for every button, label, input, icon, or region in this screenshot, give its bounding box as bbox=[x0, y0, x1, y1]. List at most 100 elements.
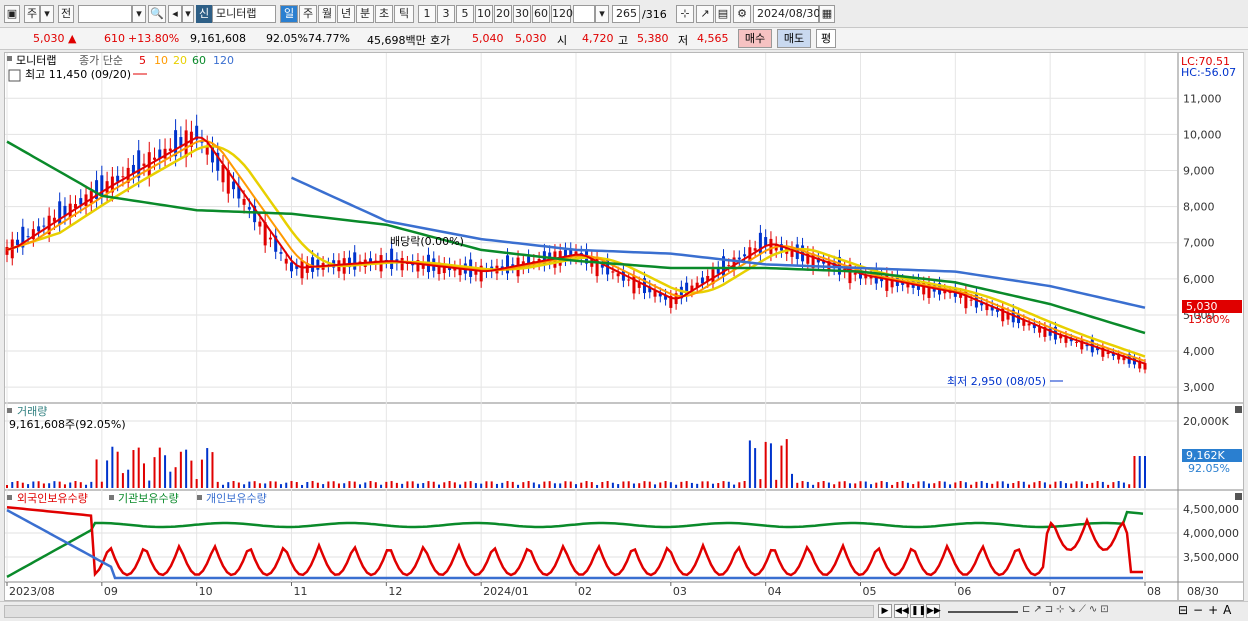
type-selector[interactable]: 주 bbox=[24, 5, 40, 23]
volume-bar bbox=[1117, 481, 1120, 488]
interval-120[interactable]: 120 bbox=[551, 5, 573, 23]
holding-marker-icon bbox=[7, 495, 12, 500]
volume-bar bbox=[332, 481, 335, 488]
layout-icon[interactable]: ▣ bbox=[4, 5, 20, 23]
play-icon[interactable]: ▶ bbox=[878, 604, 892, 618]
volume-bar bbox=[395, 482, 398, 488]
volume-y-tick: 20,000K bbox=[1183, 415, 1229, 428]
period-tick[interactable]: 틱 bbox=[394, 5, 414, 23]
holding-y-tick: 4,000,000 bbox=[1183, 527, 1239, 540]
speaker-dropdown-icon[interactable]: ▾ bbox=[182, 5, 194, 23]
interval-3[interactable]: 3 bbox=[437, 5, 455, 23]
calendar-icon[interactable]: ▦ bbox=[819, 5, 835, 23]
volume-bar bbox=[95, 459, 98, 488]
candle-body bbox=[279, 252, 283, 254]
volume-close-icon[interactable] bbox=[1235, 406, 1242, 413]
interval-10[interactable]: 10 bbox=[475, 5, 493, 23]
volume-bar bbox=[258, 483, 261, 488]
chart-area[interactable]: 11,000 10,000 9,000 8,000 7,000 6,000 5,000 4,0… bbox=[4, 52, 1244, 601]
interval-20[interactable]: 20 bbox=[494, 5, 512, 23]
turnover: 74.77% bbox=[308, 32, 350, 45]
stock-chart-svg[interactable]: 11,00010,0009,0008,0007,0006,0005,0004,0… bbox=[5, 53, 1243, 600]
last-price-tag-text: 5,030 bbox=[1186, 300, 1218, 313]
chart-type-icon[interactable]: ↗ bbox=[696, 5, 714, 23]
x-tick-label: 2023/08 bbox=[9, 585, 55, 598]
zoom-controls-icon[interactable]: ⊟−+A bbox=[1178, 603, 1236, 617]
pause-icon[interactable]: ❚❚ bbox=[910, 604, 926, 618]
candle-body bbox=[258, 221, 262, 227]
candle-body bbox=[753, 248, 757, 251]
volume-bar bbox=[495, 483, 498, 488]
buy-button[interactable]: 매수 bbox=[738, 29, 772, 48]
volume-bar bbox=[759, 479, 762, 488]
volume-bar bbox=[659, 482, 662, 488]
x-tick-label: 04 bbox=[768, 585, 782, 598]
change-value: 610 bbox=[104, 32, 125, 45]
interval-1[interactable]: 1 bbox=[418, 5, 436, 23]
panel-marker-icon bbox=[7, 56, 12, 61]
volume-bar bbox=[775, 479, 778, 488]
volume-bar bbox=[733, 484, 736, 488]
period-minute[interactable]: 분 bbox=[356, 5, 374, 23]
code-dropdown-icon[interactable]: ▾ bbox=[132, 5, 146, 23]
sell-button[interactable]: 매도 bbox=[777, 29, 811, 48]
prev-button[interactable]: 전 bbox=[58, 5, 74, 23]
period-week[interactable]: 주 bbox=[299, 5, 317, 23]
fast-forward-icon[interactable]: ▶▶ bbox=[926, 604, 941, 618]
volume-bar bbox=[638, 483, 641, 488]
volume-bar bbox=[859, 481, 862, 488]
crosshair-icon[interactable]: ⊹ bbox=[676, 5, 694, 23]
interval-30[interactable]: 30 bbox=[513, 5, 531, 23]
volume-bar bbox=[1022, 481, 1025, 488]
volume-bar bbox=[422, 483, 425, 488]
volume-bar bbox=[901, 481, 904, 488]
scroll-track[interactable] bbox=[4, 605, 874, 618]
candle-body bbox=[316, 259, 320, 270]
table-toggle-icon[interactable] bbox=[8, 69, 21, 82]
volume-bar bbox=[253, 481, 256, 488]
volume-bar bbox=[833, 484, 836, 488]
bottom-scrollbar[interactable]: ▶ ◀◀ ❚❚ ▶▶ ⊏↗⊐⊹↘⟋∿⊡ ⊟−+A bbox=[0, 601, 1248, 621]
high-value: 5,380 bbox=[637, 32, 669, 45]
volume-bar bbox=[796, 482, 799, 488]
volume-panel-value: 9,161,608주(92.05%) bbox=[9, 418, 126, 431]
ma-5-label: 5 bbox=[139, 54, 146, 67]
period-year[interactable]: 년 bbox=[337, 5, 355, 23]
eval-button[interactable]: 평 bbox=[816, 29, 836, 48]
interval-60[interactable]: 60 bbox=[532, 5, 550, 23]
rewind-icon[interactable]: ◀◀ bbox=[894, 604, 909, 618]
volume-bar bbox=[211, 452, 214, 488]
date-input[interactable]: 2024/08/30 bbox=[753, 5, 820, 23]
volume-bar bbox=[906, 482, 909, 488]
dividend-note: 배당락(0.00%) bbox=[390, 235, 464, 248]
stock-name-field[interactable]: 모니터랩 bbox=[212, 5, 276, 23]
count-input[interactable]: 265 bbox=[612, 5, 640, 23]
zoom-slider[interactable] bbox=[948, 611, 1018, 613]
volume-bar bbox=[690, 482, 693, 488]
period-second[interactable]: 초 bbox=[375, 5, 393, 23]
volume-bar bbox=[996, 481, 999, 488]
volume-bar bbox=[374, 482, 377, 488]
x-tick-label: 2024/01 bbox=[483, 585, 529, 598]
candle-body bbox=[627, 279, 631, 281]
drawing-tools-icon[interactable]: ⊏↗⊐⊹↘⟋∿⊡ bbox=[1022, 604, 1172, 618]
volume-bar bbox=[596, 484, 599, 488]
period-month[interactable]: 월 bbox=[318, 5, 336, 23]
speaker-icon[interactable]: ◂ bbox=[168, 5, 182, 23]
code-input[interactable]: 434480 bbox=[78, 5, 132, 23]
search-icon[interactable]: 🔍 bbox=[148, 5, 166, 23]
x-tick-label: 06 bbox=[957, 585, 971, 598]
high-label: 고 bbox=[618, 34, 629, 47]
save-icon[interactable]: ▤ bbox=[715, 5, 731, 23]
candle-body bbox=[284, 258, 288, 264]
volume-bar bbox=[401, 483, 404, 488]
holding-close-icon[interactable] bbox=[1235, 493, 1242, 500]
type-dropdown-icon[interactable]: ▾ bbox=[40, 5, 54, 23]
interval-dropdown-icon[interactable]: ▾ bbox=[595, 5, 609, 23]
gear-icon[interactable]: ⚙ bbox=[733, 5, 751, 23]
volume-bar bbox=[74, 481, 77, 488]
custom-interval-input[interactable] bbox=[573, 5, 595, 23]
volume-bar bbox=[301, 484, 304, 488]
period-day[interactable]: 일 bbox=[280, 5, 298, 23]
interval-5[interactable]: 5 bbox=[456, 5, 474, 23]
